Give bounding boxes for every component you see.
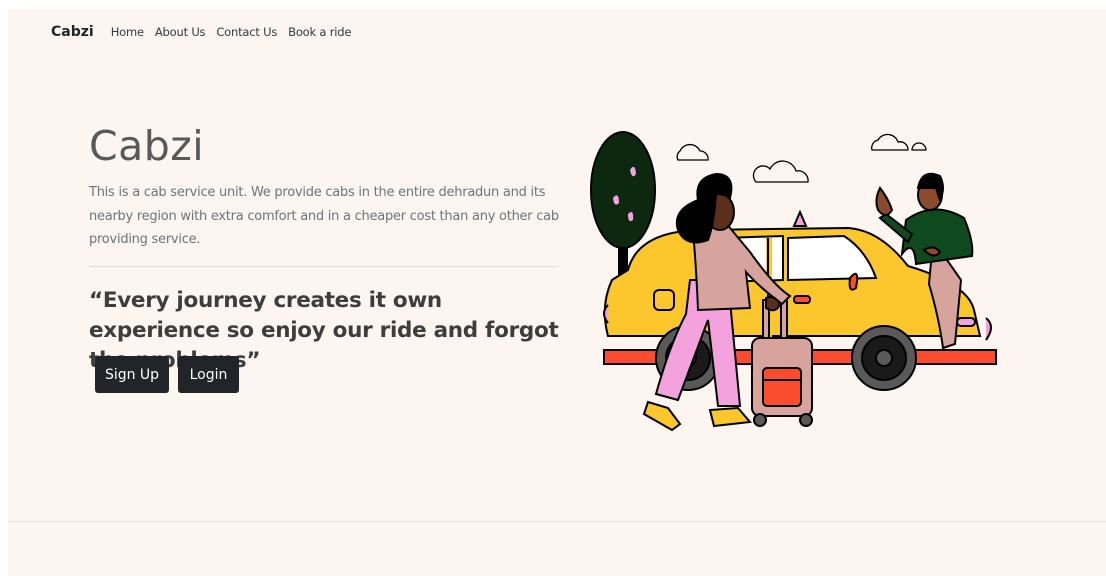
- signup-button[interactable]: Sign Up: [95, 356, 169, 393]
- nav-link-about[interactable]: About Us: [155, 25, 206, 39]
- brand-logo[interactable]: Cabzi: [51, 24, 94, 40]
- nav-link-book-ride[interactable]: Book a ride: [288, 25, 351, 39]
- footer-divider: [8, 521, 1106, 522]
- page: Cabzi Home About Us Contact Us Book a ri…: [8, 10, 1106, 576]
- nav-link-contact[interactable]: Contact Us: [216, 25, 277, 39]
- nav-link-home[interactable]: Home: [111, 25, 144, 39]
- hero-title: Cabzi: [89, 122, 205, 170]
- login-button[interactable]: Login: [178, 356, 239, 393]
- navbar: Cabzi Home About Us Contact Us Book a ri…: [8, 10, 1106, 54]
- taxi-illustration: [590, 131, 997, 432]
- hero-description: This is a cab service unit. We provide c…: [89, 185, 559, 247]
- hero-divider: [89, 266, 558, 267]
